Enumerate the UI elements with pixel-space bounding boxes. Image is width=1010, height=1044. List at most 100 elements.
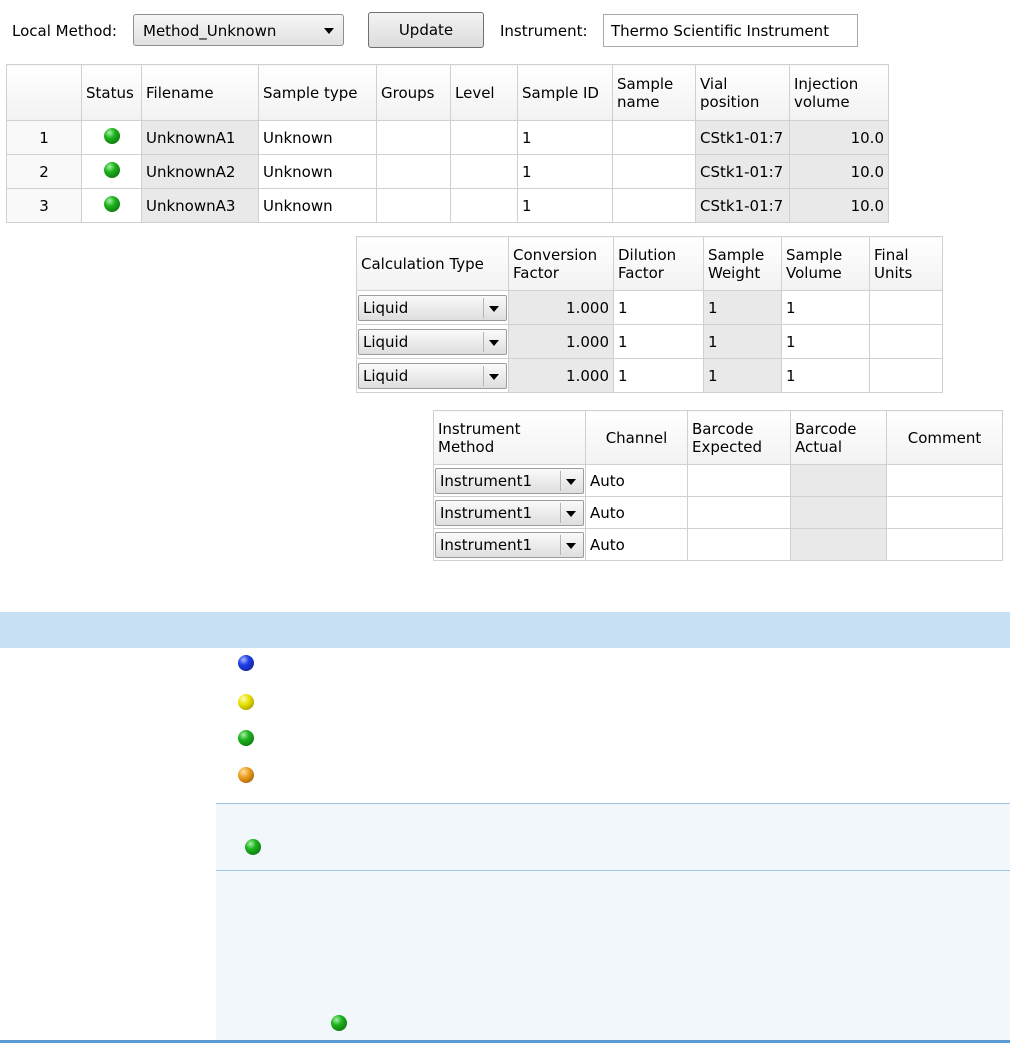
calculation-type-value: Liquid (363, 298, 409, 317)
instrument-method-cell[interactable]: Instrument1 (433, 464, 586, 497)
dilution-factor-cell[interactable]: 1 (613, 324, 704, 359)
sample-name-cell[interactable] (612, 154, 696, 189)
instrument-method-cell[interactable]: Instrument1 (433, 496, 586, 529)
channel-cell[interactable]: Auto (585, 528, 688, 561)
sample-id-cell[interactable]: 1 (517, 120, 613, 155)
level-cell[interactable] (450, 154, 518, 189)
table-row[interactable]: Instrument1 Auto (433, 528, 1003, 561)
calculation-type-cell[interactable]: Liquid (356, 324, 509, 359)
update-button[interactable]: Update (368, 12, 484, 48)
sample-volume-header[interactable]: Sample Volume (781, 236, 870, 291)
sample-weight-cell[interactable]: 1 (703, 324, 782, 359)
comment-cell[interactable] (886, 464, 1003, 497)
injection-volume-header[interactable]: Injection volume (789, 64, 889, 121)
channel-cell[interactable]: Auto (585, 464, 688, 497)
instrument-method-value: Instrument1 (440, 535, 533, 554)
chevron-down-icon (489, 373, 499, 380)
dilution-factor-header[interactable]: Dilution Factor (613, 236, 704, 291)
sample-type-header[interactable]: Sample type (258, 64, 377, 121)
conversion-factor-header[interactable]: Conversion Factor (508, 236, 614, 291)
sample-weight-cell[interactable]: 1 (703, 290, 782, 325)
dilution-factor-cell[interactable]: 1 (613, 358, 704, 393)
table-row[interactable]: 1 UnknownA1 Unknown 1 CStk1-01:7 10.0 (6, 120, 889, 155)
table-row[interactable]: 2 UnknownA2 Unknown 1 CStk1-01:7 10.0 (6, 154, 889, 189)
sample-volume-cell[interactable]: 1 (781, 358, 870, 393)
injection-volume-cell[interactable]: 10.0 (789, 188, 889, 223)
final-units-header[interactable]: Final Units (869, 236, 943, 291)
calculation-type-header[interactable]: Calculation Type (356, 236, 509, 291)
final-units-cell[interactable] (869, 290, 943, 325)
sample-name-cell[interactable] (612, 120, 696, 155)
table-row[interactable]: Liquid 1.000 1 1 1 (356, 324, 943, 359)
comment-cell[interactable] (886, 528, 1003, 561)
final-units-cell[interactable] (869, 358, 943, 393)
injection-volume-cell[interactable]: 10.0 (789, 120, 889, 155)
filename-header[interactable]: Filename (141, 64, 259, 121)
table-row[interactable]: Instrument1 Auto (433, 496, 1003, 529)
injection-volume-cell[interactable]: 10.0 (789, 154, 889, 189)
level-cell[interactable] (450, 188, 518, 223)
vial-position-cell[interactable]: CStk1-01:7 (695, 154, 790, 189)
instrument-method-dropdown[interactable]: Instrument1 (435, 531, 584, 558)
sample-id-header[interactable]: Sample ID (517, 64, 613, 121)
sample-weight-header[interactable]: Sample Weight (703, 236, 782, 291)
groups-cell[interactable] (376, 120, 451, 155)
instrument-method-header[interactable]: Instrument Method (433, 410, 586, 465)
calculation-type-dropdown[interactable]: Liquid (358, 294, 507, 321)
dilution-factor-cell[interactable]: 1 (613, 290, 704, 325)
conversion-factor-cell[interactable]: 1.000 (508, 290, 614, 325)
local-method-dropdown[interactable]: Method_Unknown (133, 14, 344, 46)
vial-position-header[interactable]: Vial position (695, 64, 790, 121)
calculation-type-cell[interactable]: Liquid (356, 358, 509, 393)
table-row[interactable]: Liquid 1.000 1 1 1 (356, 358, 943, 393)
comment-header[interactable]: Comment (886, 410, 1003, 465)
filename-cell[interactable]: UnknownA1 (141, 120, 259, 155)
barcode-expected-cell[interactable] (687, 496, 791, 529)
groups-cell[interactable] (376, 154, 451, 189)
barcode-expected-cell[interactable] (687, 464, 791, 497)
channel-cell[interactable]: Auto (585, 496, 688, 529)
channel-header[interactable]: Channel (585, 410, 688, 465)
barcode-expected-cell[interactable] (687, 528, 791, 561)
sample-id-cell[interactable]: 1 (517, 154, 613, 189)
sample-weight-cell[interactable]: 1 (703, 358, 782, 393)
conversion-factor-cell[interactable]: 1.000 (508, 358, 614, 393)
level-header[interactable]: Level (450, 64, 518, 121)
sample-volume-cell[interactable]: 1 (781, 290, 870, 325)
sample-name-header[interactable]: Sample name (612, 64, 696, 121)
vial-position-cell[interactable]: CStk1-01:7 (695, 188, 790, 223)
table-row[interactable]: Instrument1 Auto (433, 464, 1003, 497)
final-units-cell[interactable] (869, 324, 943, 359)
sample-volume-cell[interactable]: 1 (781, 324, 870, 359)
status-header[interactable]: Status (81, 64, 142, 121)
level-cell[interactable] (450, 120, 518, 155)
sample-type-cell[interactable]: Unknown (258, 154, 377, 189)
chevron-down-icon (566, 542, 576, 549)
instrument-field[interactable]: Thermo Scientific Instrument (603, 14, 858, 47)
calculation-type-dropdown[interactable]: Liquid (358, 362, 507, 389)
instrument-method-dropdown[interactable]: Instrument1 (435, 467, 584, 494)
instrument-method-cell[interactable]: Instrument1 (433, 528, 586, 561)
table-row[interactable]: Liquid 1.000 1 1 1 (356, 290, 943, 325)
chevron-down-icon (324, 28, 334, 34)
calculation-type-dropdown[interactable]: Liquid (358, 328, 507, 355)
sample-type-cell[interactable]: Unknown (258, 120, 377, 155)
chevron-down-icon (566, 510, 576, 517)
barcode-expected-header[interactable]: Barcode Expected (687, 410, 791, 465)
table-row[interactable]: 3 UnknownA3 Unknown 1 CStk1-01:7 10.0 (6, 188, 889, 223)
barcode-actual-header[interactable]: Barcode Actual (790, 410, 887, 465)
filename-cell[interactable]: UnknownA2 (141, 154, 259, 189)
sample-type-cell[interactable]: Unknown (258, 188, 377, 223)
instrument-method-dropdown[interactable]: Instrument1 (435, 499, 584, 526)
green-status-icon (103, 127, 120, 144)
vial-position-cell[interactable]: CStk1-01:7 (695, 120, 790, 155)
sample-name-cell[interactable] (612, 188, 696, 223)
filename-cell[interactable]: UnknownA3 (141, 188, 259, 223)
comment-cell[interactable] (886, 496, 1003, 529)
divider (0, 1040, 1010, 1043)
conversion-factor-cell[interactable]: 1.000 (508, 324, 614, 359)
groups-cell[interactable] (376, 188, 451, 223)
groups-header[interactable]: Groups (376, 64, 451, 121)
sample-id-cell[interactable]: 1 (517, 188, 613, 223)
calculation-type-cell[interactable]: Liquid (356, 290, 509, 325)
